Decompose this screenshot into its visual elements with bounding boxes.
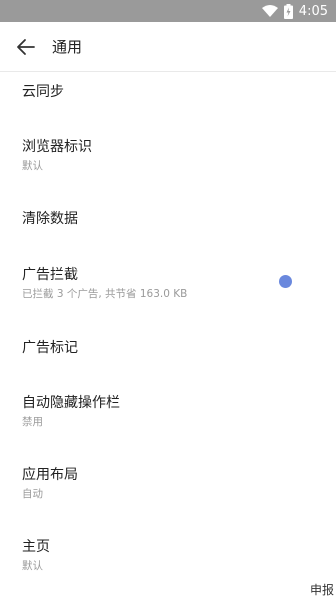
wifi-icon — [261, 5, 278, 17]
setting-title: 自动隐藏操作栏 — [22, 395, 120, 411]
setting-subtitle: 已拦截 3 个广告, 共节省 163.0 KB — [22, 288, 188, 300]
setting-app-layout[interactable]: 应用布局 自动 — [0, 454, 336, 526]
setting-ad-block[interactable]: 广告拦截 已拦截 3 个广告, 共节省 163.0 KB — [0, 260, 336, 328]
setting-title: 浏览器标识 — [22, 139, 92, 155]
app-bar: 通用 — [0, 22, 336, 72]
setting-title: 广告标记 — [22, 340, 78, 356]
page-title: 通用 — [52, 38, 83, 56]
setting-subtitle: 禁用 — [22, 416, 43, 428]
setting-title: 广告拦截 — [22, 267, 78, 283]
setting-subtitle: 默认 — [22, 560, 43, 572]
battery-charging-icon — [283, 3, 293, 19]
setting-title: 清除数据 — [22, 211, 78, 227]
back-button[interactable] — [14, 35, 38, 59]
ad-block-toggle[interactable] — [279, 275, 292, 288]
setting-title: 应用布局 — [22, 467, 78, 483]
setting-subtitle: 默认 — [22, 160, 43, 172]
setting-ad-marking[interactable]: 广告标记 — [0, 328, 336, 382]
setting-homepage[interactable]: 主页 默认 — [0, 526, 336, 598]
corner-overlay-text: 申报 — [309, 583, 334, 597]
status-icons: 4:05 — [261, 3, 328, 19]
status-time: 4:05 — [298, 3, 328, 19]
setting-subtitle: 自动 — [22, 488, 43, 500]
setting-title: 云同步 — [22, 84, 64, 100]
setting-auto-hide-toolbar[interactable]: 自动隐藏操作栏 禁用 — [0, 382, 336, 454]
setting-browser-identity[interactable]: 浏览器标识 默认 — [0, 126, 336, 198]
setting-cloud-sync[interactable]: 云同步 — [0, 72, 336, 126]
status-bar: 4:05 — [0, 0, 336, 22]
setting-title: 主页 — [22, 539, 50, 555]
arrow-left-icon — [17, 39, 35, 55]
setting-clear-data[interactable]: 清除数据 — [0, 198, 336, 260]
